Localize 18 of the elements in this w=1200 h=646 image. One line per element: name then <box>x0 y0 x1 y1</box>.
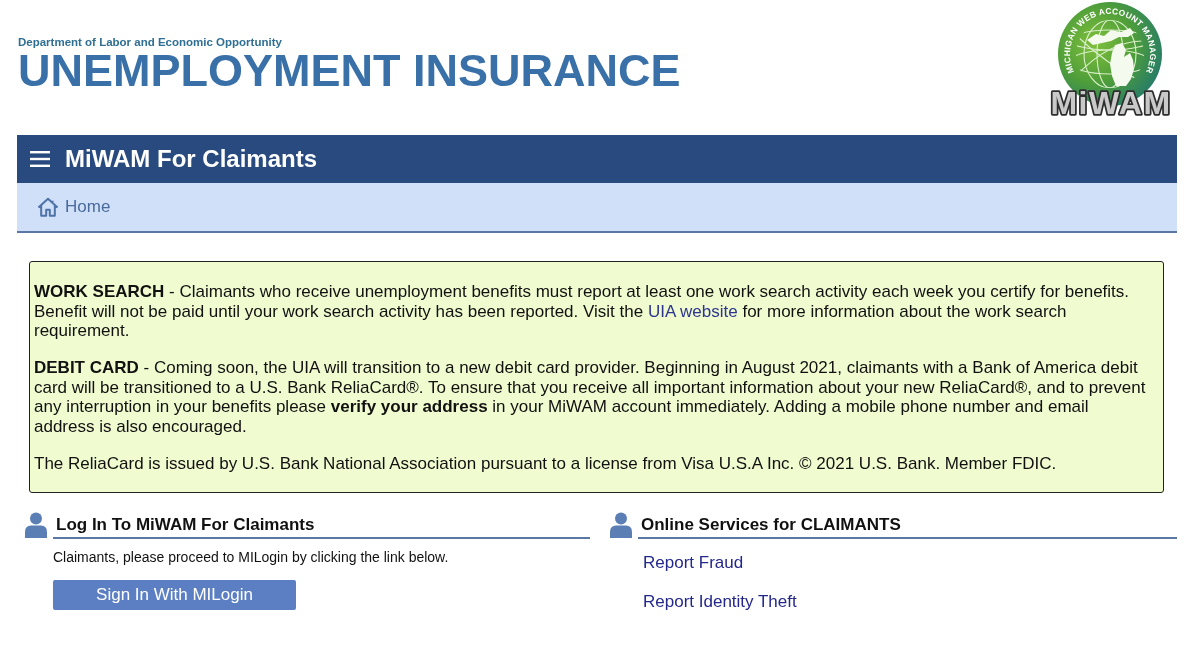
uia-website-link[interactable]: UIA website <box>647 301 738 321</box>
section-title: Online Services for CLAIMANTS <box>641 514 901 534</box>
service-link[interactable]: Report Fraud <box>643 552 744 573</box>
notice-paragraph: DEBIT CARD - Coming soon, the UIA will transition to a new debit card provider. Beginning in August 2021, claimants with a Bank of America debit card will be transitioned to a U.S. Bank ReliaCard®. To ensure that you receive all important information about your new ReliaCard®, and to prevent any interruption in your benefits please verify your address in your MiWAM account immediately. Adding a mobile phone number and email address is also encouraged. <box>34 358 1147 436</box>
home-icon[interactable] <box>37 197 59 217</box>
section-title: Log In To MiWAM For Claimants <box>56 514 315 534</box>
department-name: Department of Labor and Economic Opportunity <box>18 36 282 49</box>
home-link[interactable]: Home <box>65 197 111 217</box>
sign-in-button[interactable]: Sign In With MILogin <box>53 579 296 610</box>
notice-paragraph: WORK SEARCH - Claimants who receive unemployment benefits must report at least one work search activity each week you certify for benefits. Benefit will not be paid until your work search activity has been reported. Visit the UIA website for more information about the work search requirement. <box>34 282 1131 341</box>
person-icon <box>610 511 632 538</box>
login-description: Claimants, please proceed to MILogin by clicking the link below. <box>53 547 449 566</box>
service-link[interactable]: Report Identity Theft <box>643 591 797 612</box>
person-icon <box>25 511 47 538</box>
site-title: UNEMPLOYMENT INSURANCE <box>18 49 681 93</box>
nav-title: MiWAM For Claimants <box>65 145 317 173</box>
notice-paragraph: The ReliaCard is issued by U.S. Bank National Association pursuant to a license from Visa U.S.A Inc. © 2021 U.S. Bank. Member FDIC. <box>34 453 1058 473</box>
menu-icon[interactable] <box>30 151 50 167</box>
